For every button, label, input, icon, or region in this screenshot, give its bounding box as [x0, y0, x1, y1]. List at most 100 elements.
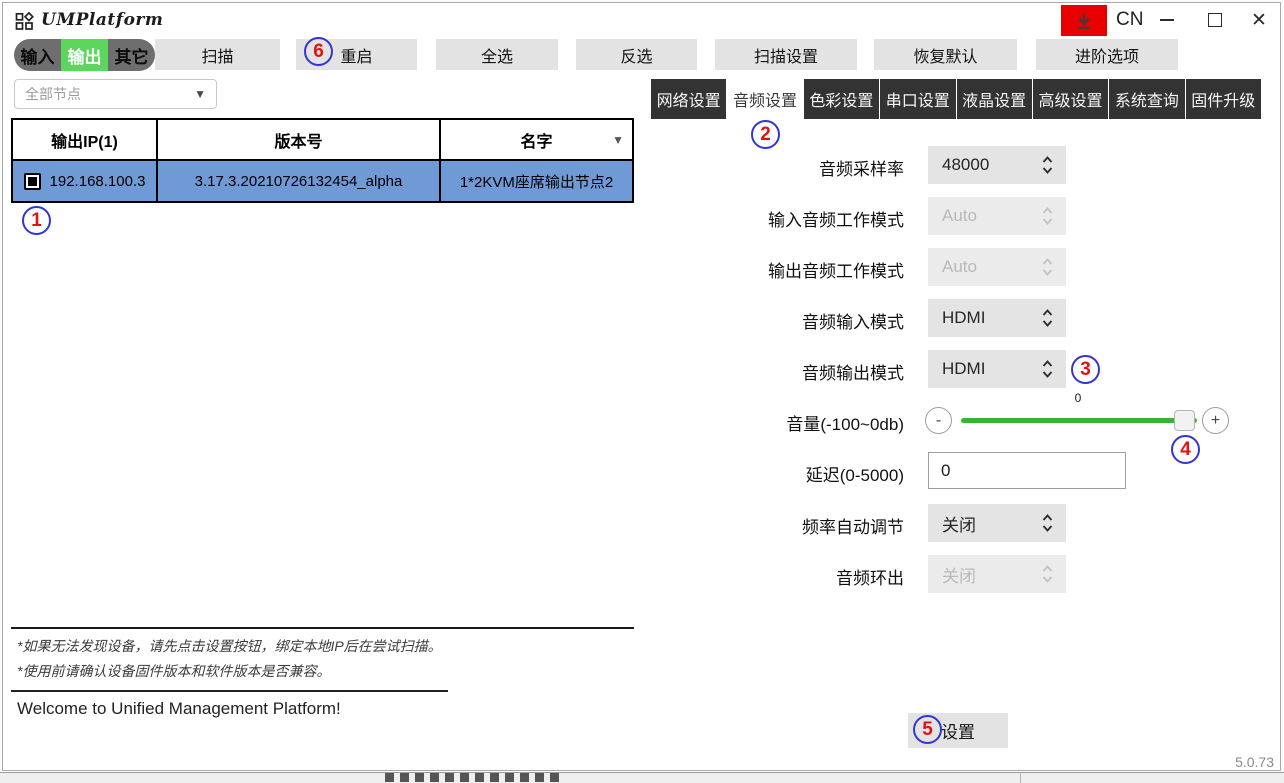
annotation-circle-5: 5	[913, 715, 942, 744]
volume-decrease-button[interactable]: -	[925, 407, 952, 434]
label-audio-loopout: 音频环出	[644, 564, 904, 589]
tab-serial[interactable]: 串口设置	[879, 79, 955, 119]
spinner-icon	[1041, 563, 1054, 585]
spinner-icon	[1041, 154, 1054, 176]
spinner-icon	[1041, 307, 1054, 329]
app-title: UMPlatform	[41, 10, 163, 30]
notes-divider	[11, 690, 448, 692]
annotation-circle-1: 1	[22, 206, 51, 235]
cell-version: 3.17.3.20210726132454_alpha	[158, 161, 441, 201]
screen: UMPlatform CN ✕ 输入 输出 其它 扫描 重启 全选 反选 扫描设…	[0, 0, 1284, 783]
label-input-audio-mode: 输入音频工作模式	[644, 206, 904, 231]
background-window-divider	[1020, 772, 1021, 783]
volume-slider-track[interactable]	[961, 418, 1197, 423]
hint-note-2: *使用前请确认设备固件版本和软件版本是否兼容。	[17, 661, 330, 681]
column-header-ip[interactable]: 输出IP(1)	[13, 120, 158, 159]
download-button[interactable]	[1061, 5, 1107, 36]
label-delay: 延迟(0-5000)	[644, 461, 904, 486]
app-window: UMPlatform CN ✕ 输入 输出 其它 扫描 重启 全选 反选 扫描设…	[2, 2, 1281, 771]
audio-output-mode-value: HDMI	[942, 359, 1041, 379]
device-table: 输出IP(1) 版本号 名字 ▼ 192.168.100.3 3.17.3.20…	[11, 118, 634, 203]
audio-loopout-value: 关闭	[942, 562, 1041, 587]
settings-tabs: 网络设置 音频设置 色彩设置 串口设置 液晶设置 高级设置 系统查询 固件升级	[651, 79, 1261, 119]
audio-input-mode-value: HDMI	[942, 308, 1041, 328]
volume-slider-handle[interactable]	[1174, 410, 1195, 431]
table-row[interactable]: 192.168.100.3 3.17.3.20210726132454_alph…	[13, 161, 632, 201]
scan-button[interactable]: 扫描	[155, 39, 280, 70]
node-filter-dropdown[interactable]: 全部节点 ▼	[14, 79, 217, 109]
column-header-version[interactable]: 版本号	[158, 120, 441, 159]
volume-value-label: 0	[928, 391, 1228, 405]
download-icon	[1073, 10, 1095, 32]
checkbox-checked-mark	[28, 177, 37, 186]
tab-audio[interactable]: 音频设置	[726, 79, 802, 119]
label-output-audio-mode: 输出音频工作模式	[644, 257, 904, 282]
annotation-circle-2: 2	[751, 120, 780, 149]
annotation-circle-3: 3	[1071, 355, 1100, 384]
label-sample-rate: 音频采样率	[644, 155, 904, 180]
tab-firmware-upgrade[interactable]: 固件升级	[1185, 79, 1261, 119]
label-volume: 音量(-100~0db)	[644, 410, 904, 435]
background-window-strip	[0, 772, 1284, 783]
spinner-icon	[1041, 256, 1054, 278]
background-window-clipped-text	[385, 773, 560, 782]
scan-settings-button[interactable]: 扫描设置	[715, 39, 857, 70]
sample-rate-select[interactable]: 48000	[928, 146, 1066, 184]
delay-input[interactable]	[928, 452, 1126, 489]
version-label: 5.0.73	[1235, 754, 1274, 770]
tab-color[interactable]: 色彩设置	[803, 79, 879, 119]
minimize-button[interactable]	[1151, 7, 1183, 33]
audio-input-mode-select[interactable]: HDMI	[928, 299, 1066, 337]
segment-other[interactable]: 其它	[108, 39, 155, 71]
welcome-message: Welcome to Unified Management Platform!	[17, 699, 341, 719]
cell-ip: 192.168.100.3	[13, 161, 158, 201]
output-audio-mode-select: Auto	[928, 248, 1066, 286]
tab-lcd[interactable]: 液晶设置	[956, 79, 1032, 119]
table-header-row: 输出IP(1) 版本号 名字 ▼	[13, 120, 632, 161]
io-segmented-control: 输入 输出 其它	[14, 39, 155, 71]
segment-output[interactable]: 输出	[61, 39, 108, 71]
freq-auto-adjust-value: 关闭	[942, 511, 1041, 536]
minimize-icon	[1160, 19, 1174, 21]
spinner-icon	[1041, 358, 1054, 380]
column-header-name[interactable]: 名字 ▼	[441, 120, 632, 159]
hint-note-1: *如果无法发现设备，请先点击设置按钮，绑定本地IP后在尝试扫描。	[17, 636, 442, 656]
annotation-circle-4: 4	[1171, 435, 1200, 464]
freq-auto-adjust-select[interactable]: 关闭	[928, 504, 1066, 542]
audio-output-mode-select[interactable]: HDMI	[928, 350, 1066, 388]
language-toggle[interactable]: CN	[1116, 9, 1143, 31]
maximize-icon	[1208, 13, 1222, 27]
spinner-icon	[1041, 205, 1054, 227]
volume-increase-button[interactable]: +	[1202, 407, 1229, 434]
row-checkbox[interactable]	[24, 173, 41, 190]
advanced-options-button[interactable]: 进阶选项	[1036, 39, 1178, 70]
maximize-button[interactable]	[1199, 7, 1231, 33]
audio-loopout-select: 关闭	[928, 555, 1066, 593]
close-icon: ✕	[1251, 9, 1267, 32]
tab-advanced[interactable]: 高级设置	[1032, 79, 1108, 119]
output-audio-mode-value: Auto	[942, 257, 1041, 277]
segment-input[interactable]: 输入	[14, 39, 61, 71]
restore-defaults-button[interactable]: 恢复默认	[874, 39, 1017, 70]
node-filter-value: 全部节点	[25, 84, 194, 104]
titlebar: UMPlatform CN ✕	[3, 3, 1280, 37]
label-audio-output-mode: 音频输出模式	[644, 359, 904, 384]
input-audio-mode-value: Auto	[942, 206, 1041, 226]
column-header-name-label: 名字	[520, 128, 552, 152]
tab-system-query[interactable]: 系统查询	[1108, 79, 1184, 119]
close-button[interactable]: ✕	[1243, 7, 1275, 33]
sample-rate-value: 48000	[942, 155, 1041, 175]
filter-dropdown-icon[interactable]: ▼	[612, 133, 624, 147]
label-freq-auto-adjust: 频率自动调节	[644, 513, 904, 538]
tab-network[interactable]: 网络设置	[651, 79, 726, 119]
input-audio-mode-select: Auto	[928, 197, 1066, 235]
label-audio-input-mode: 音频输入模式	[644, 308, 904, 333]
list-bottom-divider	[11, 627, 634, 629]
spinner-icon	[1041, 512, 1054, 534]
chevron-down-icon: ▼	[194, 87, 206, 101]
app-logo-icon	[15, 12, 34, 31]
select-all-button[interactable]: 全选	[436, 39, 558, 70]
invert-selection-button[interactable]: 反选	[576, 39, 697, 70]
device-ip: 192.168.100.3	[50, 173, 146, 190]
cell-name: 1*2KVM座席输出节点2	[441, 161, 632, 201]
